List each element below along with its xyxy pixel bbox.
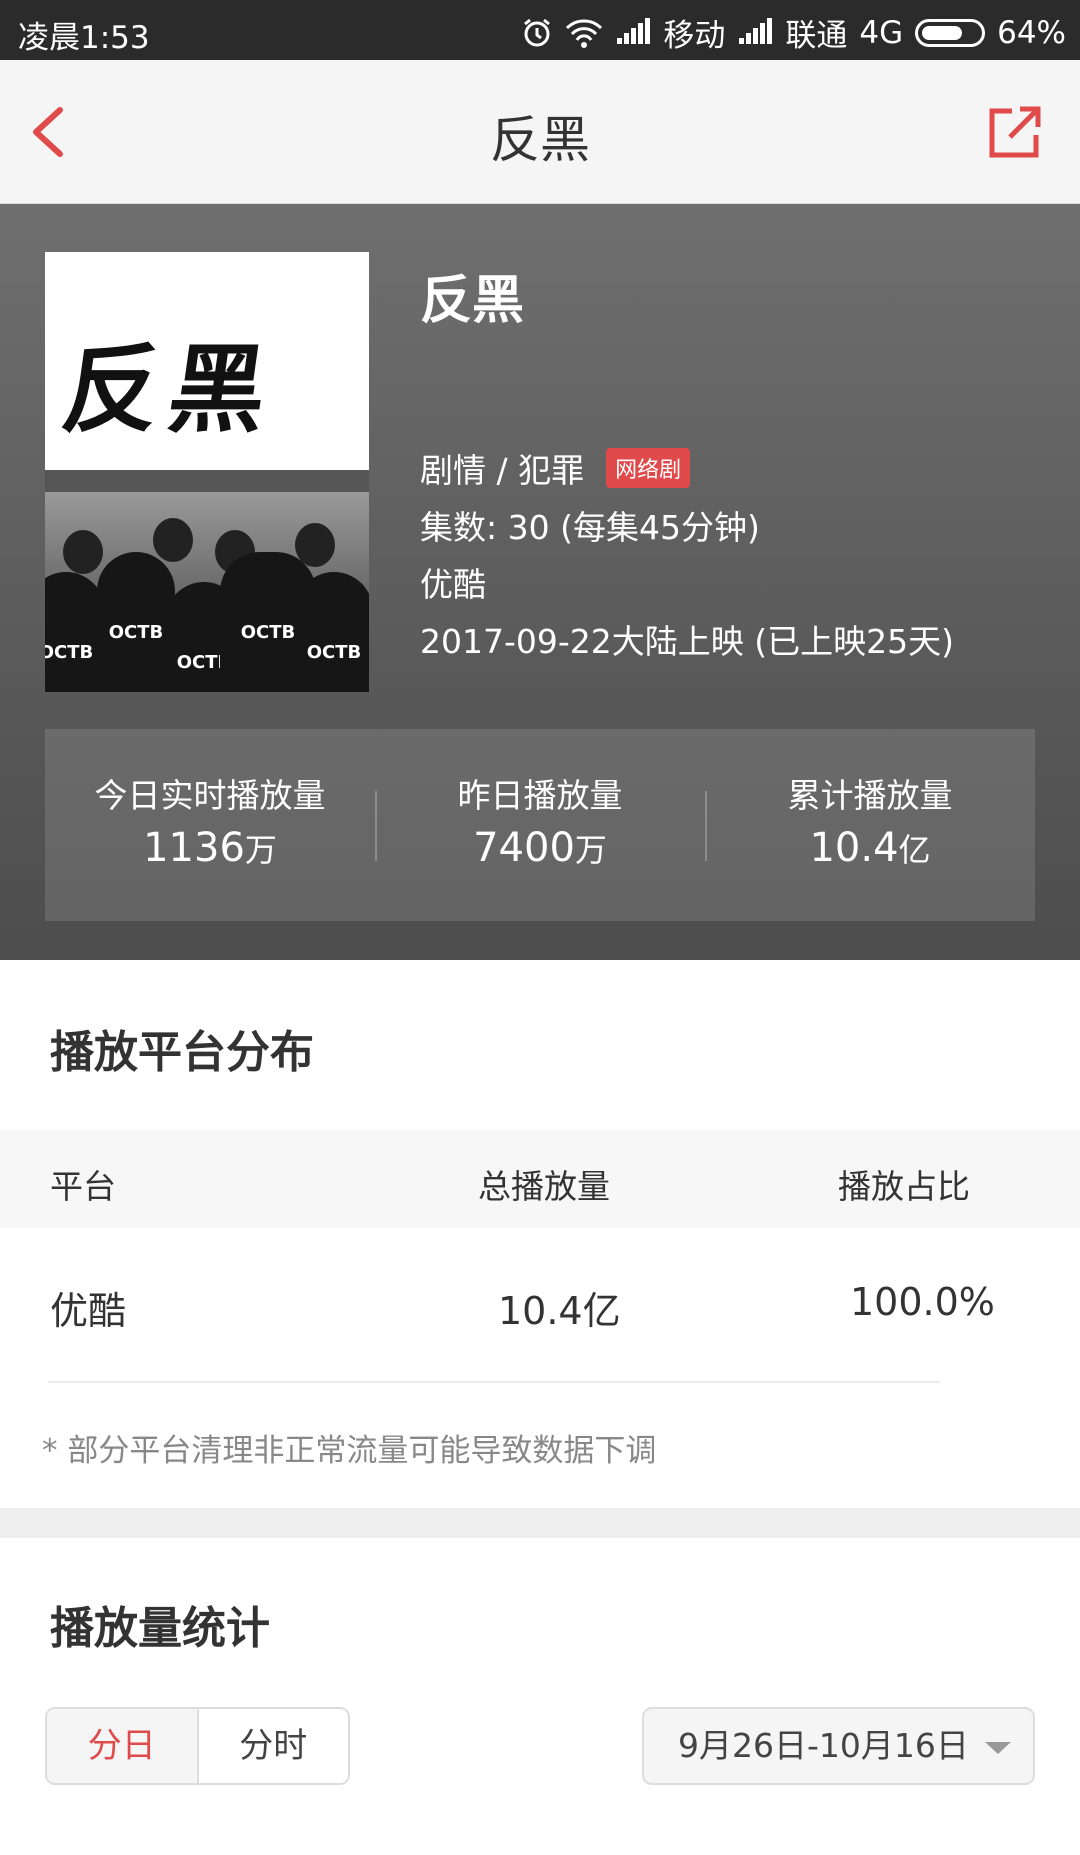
poster-person: OCTB [45, 572, 105, 692]
show-title: 反黑 [420, 271, 525, 331]
stat-label: 今日实时播放量 [94, 776, 326, 815]
stat-unit: 万 [244, 831, 277, 869]
stat-label: 昨日播放量 [457, 776, 623, 815]
battery-icon [915, 18, 986, 47]
web-series-badge: 网络剧 [606, 448, 691, 488]
stat-value: 10.4亿 [705, 825, 1035, 871]
page-title: 反黑 [490, 111, 590, 169]
carrier-2: 联通 [785, 18, 848, 54]
row-total: 10.4亿 [498, 1289, 621, 1333]
play-count-summary: 今日实时播放量 1136万 昨日播放量 7400万 累计播放量 10.4亿 [45, 729, 1035, 921]
genre-line: 剧情 / 犯罪 网络剧 [420, 444, 691, 492]
header-total: 总播放量 [478, 1167, 610, 1206]
carrier-1: 移动 [663, 18, 726, 54]
section-divider [0, 1508, 1080, 1538]
status-time: 凌晨1:53 [18, 20, 150, 56]
alarm-icon [524, 18, 551, 46]
stat-value: 1136万 [45, 825, 375, 871]
status-bar: 凌晨1:53 移动 联通 4G 64% [0, 0, 1080, 60]
share-button[interactable] [986, 105, 1042, 161]
header-share: 播放占比 [838, 1167, 970, 1206]
stat-unit: 亿 [898, 831, 931, 869]
release-date: 2017-09-22大陆上映 (已上映25天) [420, 622, 955, 661]
platform: 优酷 [420, 565, 486, 604]
poster-person: OCTB [295, 572, 369, 692]
stat-number: 1136 [143, 825, 245, 871]
show-header: 反黑 OCTB OCTB OCTB OCTB OCTB 反黑 剧情 / 犯罪 网络… [0, 204, 1080, 960]
table-row[interactable]: 优酷 10.4亿 100.0% [0, 1228, 1080, 1380]
signal-icon-2 [737, 17, 773, 46]
stat-unit: 万 [574, 831, 607, 869]
data-note: * 部分平台清理非正常流量可能导致数据下调 [42, 1433, 657, 1469]
poster-calligraphy: 反黑 [55, 333, 284, 446]
distribution-title: 播放平台分布 [50, 1027, 314, 1078]
poster-head [63, 530, 103, 574]
play-stats-title: 播放量统计 [50, 1603, 270, 1654]
granularity-toggle: 分日 分时 [45, 1707, 350, 1785]
tab-hourly[interactable]: 分时 [198, 1709, 348, 1783]
genre: 剧情 / 犯罪 [420, 451, 585, 490]
divider [48, 1381, 940, 1383]
stat-yesterday: 昨日播放量 7400万 [375, 729, 705, 921]
row-platform: 优酷 [50, 1289, 127, 1333]
share-external-icon [989, 106, 1041, 158]
poster-photo: OCTB OCTB OCTB OCTB OCTB [45, 492, 369, 692]
tab-daily[interactable]: 分日 [47, 1709, 199, 1783]
navbar: 反黑 [0, 60, 1080, 204]
status-icons: 移动 联通 4G 64% [521, 10, 1066, 55]
stat-label: 累计播放量 [787, 776, 953, 815]
row-share: 100.0% [850, 1280, 995, 1324]
wifi-icon [566, 18, 603, 48]
show-poster[interactable]: 反黑 OCTB OCTB OCTB OCTB OCTB [45, 252, 369, 692]
stat-number: 7400 [473, 825, 575, 871]
header-platform: 平台 [50, 1167, 116, 1206]
stat-value: 7400万 [375, 825, 705, 871]
date-range-value: 9月26日-10月16日 [678, 1726, 969, 1765]
table-header: 平台 总播放量 播放占比 [0, 1130, 1080, 1228]
poster-band [45, 470, 369, 492]
poster-person: OCTB [97, 552, 175, 692]
poster-head [153, 518, 193, 562]
stat-total: 累计播放量 10.4亿 [705, 729, 1035, 921]
stat-number: 10.4 [809, 825, 899, 871]
stat-today: 今日实时播放量 1136万 [45, 729, 375, 921]
signal-icon-1 [615, 17, 651, 46]
date-range-select[interactable]: 9月26日-10月16日 [642, 1707, 1035, 1785]
battery-level: 64% [997, 14, 1066, 51]
network-type: 4G [859, 14, 904, 51]
episodes: 集数: 30 (每集45分钟) [420, 508, 760, 547]
chevron-down-icon [985, 1742, 1011, 1754]
